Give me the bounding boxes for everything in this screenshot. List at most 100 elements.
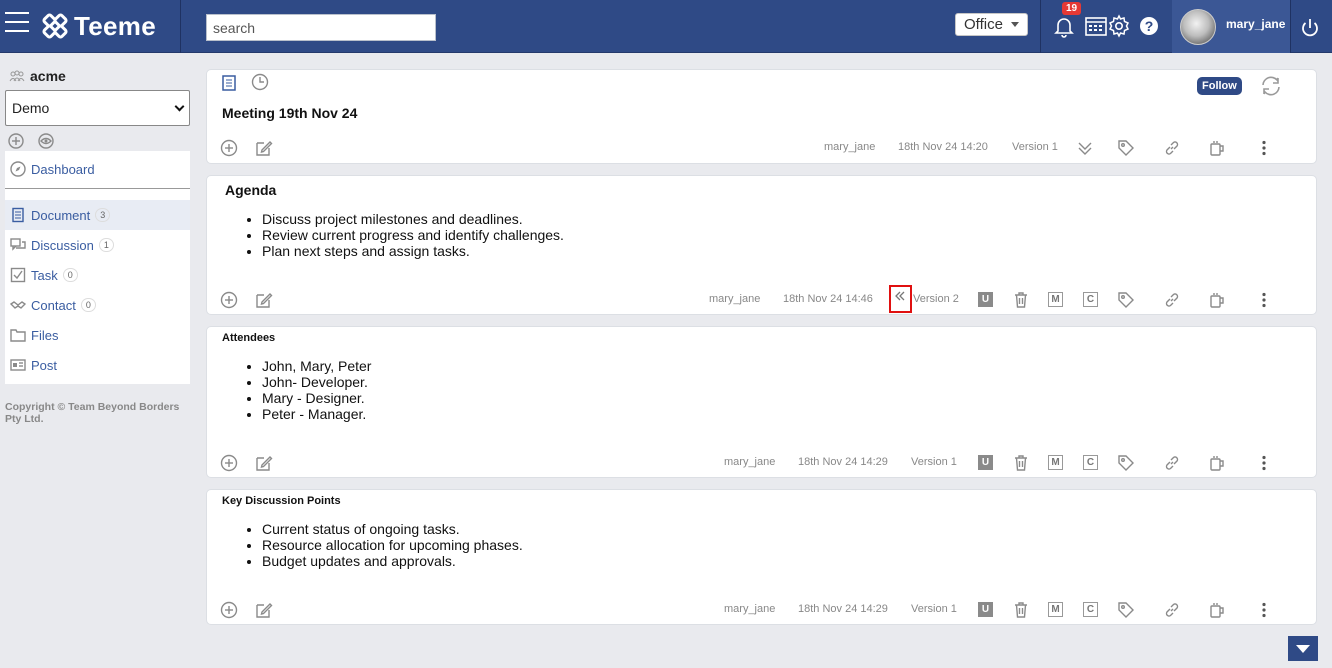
cup-icon[interactable] xyxy=(1208,454,1226,472)
chevron-down-icon xyxy=(174,101,185,111)
history-button[interactable] xyxy=(889,285,912,313)
power-icon[interactable] xyxy=(1298,16,1322,40)
author: mary_jane xyxy=(709,293,761,305)
refresh-icon[interactable] xyxy=(1259,74,1283,98)
item-count: 1 xyxy=(98,238,114,252)
edit-icon[interactable] xyxy=(255,139,273,157)
help-icon[interactable]: ? xyxy=(1137,14,1161,38)
document-footer: mary_jane 18th Nov 24 14:20 Version 1 xyxy=(207,136,1316,160)
scroll-to-bottom-button[interactable] xyxy=(1288,636,1318,661)
tag-icon[interactable] xyxy=(1117,291,1135,309)
search-input[interactable] xyxy=(206,14,436,41)
list-item: Review current progress and identify cha… xyxy=(262,227,564,243)
more-vertical-icon[interactable] xyxy=(1255,139,1273,157)
section-title: Key Discussion Points xyxy=(222,495,341,507)
author: mary_jane xyxy=(724,603,776,615)
cup-icon[interactable] xyxy=(1208,601,1226,619)
sidebar-item-contact[interactable]: Contact 0 xyxy=(5,290,190,320)
handshake-icon xyxy=(10,301,26,309)
m-badge[interactable]: M xyxy=(1048,602,1063,617)
eye-icon[interactable] xyxy=(38,133,54,149)
document-icon[interactable] xyxy=(221,74,237,92)
divider xyxy=(180,0,181,53)
tag-icon[interactable] xyxy=(1117,139,1135,157)
edit-icon[interactable] xyxy=(255,601,273,619)
link-icon[interactable] xyxy=(1163,139,1181,157)
logo-icon xyxy=(42,13,68,39)
office-dropdown[interactable]: Office xyxy=(955,13,1028,36)
add-icon[interactable] xyxy=(220,139,238,157)
author: mary_jane xyxy=(824,141,876,153)
version[interactable]: Version 1 xyxy=(911,456,957,468)
link-icon[interactable] xyxy=(1163,454,1181,472)
sidebar-item-post[interactable]: Post xyxy=(5,350,190,380)
section-card: Attendees John, Mary, Peter John- Develo… xyxy=(206,326,1317,478)
cup-icon[interactable] xyxy=(1208,139,1226,157)
office-label: Office xyxy=(964,16,1003,33)
list-item: Peter - Manager. xyxy=(262,406,371,422)
tag-icon[interactable] xyxy=(1117,454,1135,472)
c-badge[interactable]: C xyxy=(1083,602,1098,617)
more-vertical-icon[interactable] xyxy=(1255,454,1273,472)
tag-icon[interactable] xyxy=(1117,601,1135,619)
list-item: John, Mary, Peter xyxy=(262,358,371,374)
sidebar-item-label: Discussion xyxy=(31,237,94,253)
trash-icon[interactable] xyxy=(1012,454,1030,472)
sidebar-item-label: Dashboard xyxy=(31,161,95,177)
u-badge[interactable]: U xyxy=(978,602,993,617)
follow-button[interactable]: Follow xyxy=(1197,77,1242,95)
sidebar-item-files[interactable]: Files xyxy=(5,320,190,350)
divider xyxy=(1290,0,1291,53)
trash-icon[interactable] xyxy=(1012,601,1030,619)
timestamp: 18th Nov 24 14:46 xyxy=(783,293,873,305)
edit-icon[interactable] xyxy=(255,454,273,472)
gear-icon[interactable] xyxy=(1107,14,1131,38)
sidebar: acme Demo Dashboard Document 3 Discussio… xyxy=(0,53,197,668)
org-header: acme xyxy=(9,68,66,84)
workspace-value: Demo xyxy=(12,100,50,116)
svg-text:?: ? xyxy=(1145,18,1154,34)
list-item: Mary - Designer. xyxy=(262,390,371,406)
sidebar-item-task[interactable]: Task 0 xyxy=(5,260,190,290)
post-icon xyxy=(10,359,26,371)
add-icon[interactable] xyxy=(220,454,238,472)
double-chevron-down-icon[interactable] xyxy=(1076,139,1094,157)
sidebar-item-label: Document xyxy=(31,207,91,223)
m-badge[interactable]: M xyxy=(1048,292,1063,307)
clock-icon[interactable] xyxy=(251,73,269,91)
trash-icon[interactable] xyxy=(1012,291,1030,309)
sidebar-item-label: Task xyxy=(31,267,58,283)
add-icon[interactable] xyxy=(8,133,24,149)
version[interactable]: Version 2 xyxy=(913,293,959,305)
m-badge[interactable]: M xyxy=(1048,455,1063,470)
link-icon[interactable] xyxy=(1163,291,1181,309)
bell-icon[interactable] xyxy=(1052,14,1076,38)
version[interactable]: Version 1 xyxy=(1012,141,1058,153)
u-badge[interactable]: U xyxy=(978,292,993,307)
c-badge[interactable]: C xyxy=(1083,292,1098,307)
list-item: Budget updates and approvals. xyxy=(262,553,523,569)
folder-icon xyxy=(10,329,26,342)
sidebar-item-label: Contact xyxy=(31,297,76,313)
user-menu[interactable]: mary_jane xyxy=(1172,0,1290,53)
cup-icon[interactable] xyxy=(1208,291,1226,309)
timestamp: 18th Nov 24 14:20 xyxy=(898,141,988,153)
sidebar-item-document[interactable]: Document 3 xyxy=(5,200,190,230)
sidebar-item-dashboard[interactable]: Dashboard xyxy=(5,154,190,184)
u-badge[interactable]: U xyxy=(978,455,993,470)
calendar-icon[interactable] xyxy=(1084,14,1108,38)
version[interactable]: Version 1 xyxy=(911,603,957,615)
workspace-dropdown[interactable]: Demo xyxy=(5,90,190,126)
double-chevron-left-icon xyxy=(895,291,905,301)
app-logo[interactable]: Teeme xyxy=(42,8,156,44)
add-icon[interactable] xyxy=(220,291,238,309)
sidebar-item-discussion[interactable]: Discussion 1 xyxy=(5,230,190,260)
c-badge[interactable]: C xyxy=(1083,455,1098,470)
link-icon[interactable] xyxy=(1163,601,1181,619)
sidebar-item-label: Post xyxy=(31,357,58,373)
more-vertical-icon[interactable] xyxy=(1255,601,1273,619)
edit-icon[interactable] xyxy=(255,291,273,309)
more-vertical-icon[interactable] xyxy=(1255,291,1273,309)
menu-icon[interactable] xyxy=(5,12,29,34)
add-icon[interactable] xyxy=(220,601,238,619)
